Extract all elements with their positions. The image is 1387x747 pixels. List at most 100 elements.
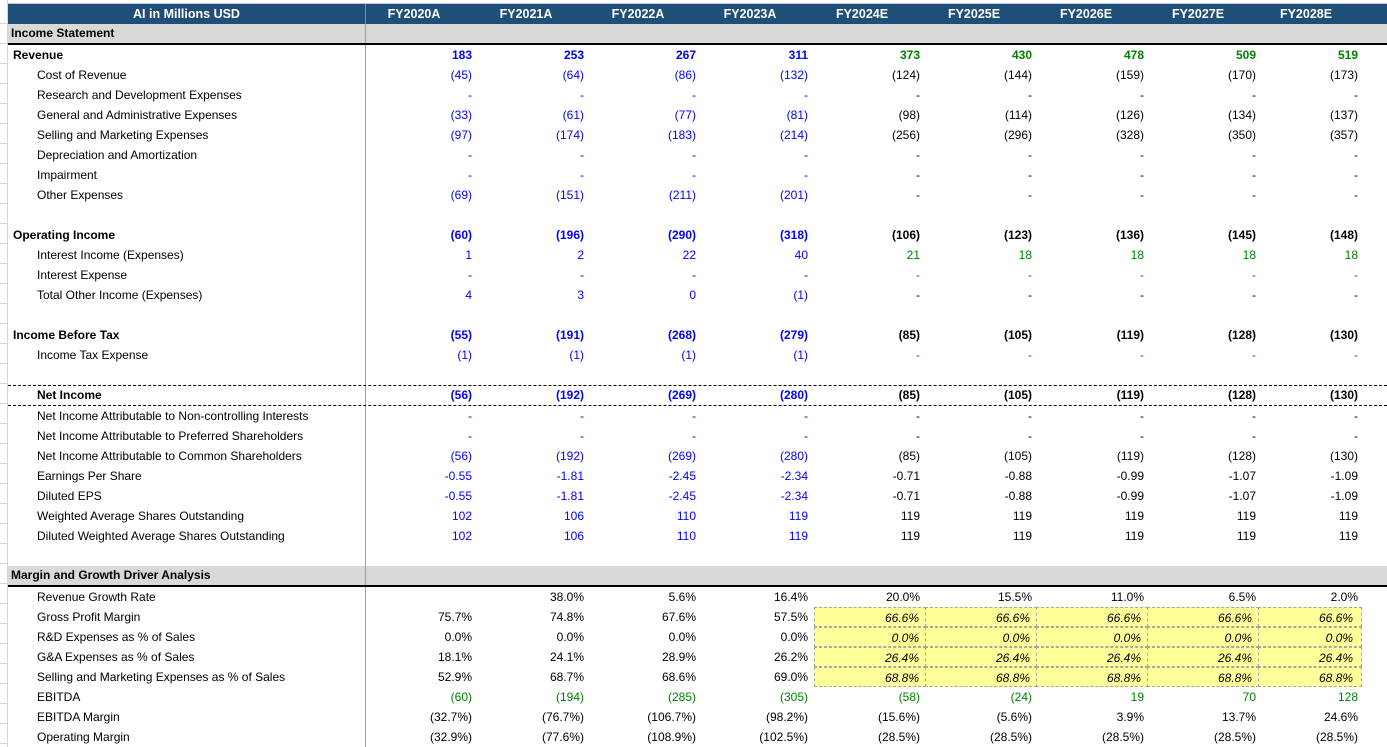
cell-fy2023a[interactable]: - (702, 426, 814, 446)
cell-fy2024e[interactable]: (85) (814, 446, 926, 466)
cell-fy2022a[interactable]: -2.45 (590, 486, 702, 506)
cell-fy2022a[interactable]: (211) (590, 185, 702, 205)
row-label[interactable]: Net Income Attributable to Non-controlli… (8, 406, 366, 426)
cell-fy2021a[interactable]: (196) (478, 225, 590, 245)
cell-fy2021a[interactable]: - (478, 265, 590, 285)
cell-fy2022a[interactable]: 68.6% (590, 667, 702, 687)
row-label[interactable]: Earnings Per Share (8, 466, 366, 486)
cell-fy2023a[interactable]: 40 (702, 245, 814, 265)
cell-fy2023a[interactable]: (132) (702, 65, 814, 85)
cell-fy2028e[interactable]: 119 (1262, 526, 1366, 546)
cell-fy2021a[interactable]: 0.0% (478, 627, 590, 647)
cell-fy2026e[interactable]: (119) (1038, 446, 1150, 466)
cell-fy2026e[interactable]: (119) (1038, 325, 1150, 345)
cell-fy2026e[interactable]: 478 (1038, 45, 1150, 65)
cell-fy2028e[interactable]: - (1262, 285, 1366, 305)
row-label[interactable]: EBITDA Margin (8, 707, 366, 727)
cell-fy2025e[interactable]: -0.88 (926, 486, 1038, 506)
cell-fy2025e[interactable]: (123) (926, 225, 1038, 245)
year-header-fy2021a[interactable]: FY2021A (478, 4, 590, 24)
row-label[interactable]: Diluted Weighted Average Shares Outstand… (8, 526, 366, 546)
row-label[interactable]: Research and Development Expenses (8, 85, 366, 105)
year-header-fy2024e[interactable]: FY2024E (814, 4, 926, 24)
cell-fy2022a[interactable]: (183) (590, 125, 702, 145)
cell-fy2028e[interactable]: - (1262, 165, 1366, 185)
cell-fy2020a[interactable]: (69) (366, 185, 478, 205)
cell-fy2028e[interactable]: - (1262, 265, 1366, 285)
row-label[interactable]: Income Tax Expense (8, 345, 366, 365)
cell-fy2020a[interactable]: 102 (366, 526, 478, 546)
cell-fy2026e[interactable]: - (1038, 185, 1150, 205)
cell-fy2027e[interactable]: 6.5% (1150, 587, 1262, 607)
cell-fy2020a[interactable]: 52.9% (366, 667, 478, 687)
row-label[interactable]: Operating Income (8, 225, 366, 245)
cell-fy2020a[interactable]: - (366, 426, 478, 446)
cell-fy2022a[interactable]: (269) (590, 446, 702, 466)
cell-fy2022a[interactable]: 267 (590, 45, 702, 65)
section-title[interactable]: Margin and Growth Driver Analysis (8, 566, 366, 585)
cell-fy2026e[interactable]: 18 (1038, 245, 1150, 265)
cell-fy2025e[interactable]: (144) (926, 65, 1038, 85)
row-label[interactable]: Impairment (8, 165, 366, 185)
cell-fy2023a[interactable]: (318) (702, 225, 814, 245)
cell-fy2022a[interactable]: (269) (590, 386, 702, 405)
cell-fy2027e[interactable]: - (1150, 426, 1262, 446)
cell-fy2024e[interactable]: - (814, 345, 926, 365)
cell-fy2026e[interactable]: - (1038, 165, 1150, 185)
cell-fy2025e[interactable]: -0.88 (926, 466, 1038, 486)
row-label[interactable]: Operating Margin (8, 727, 366, 747)
cell-fy2024e[interactable]: 66.6% (814, 607, 926, 627)
cell-fy2026e[interactable]: (159) (1038, 65, 1150, 85)
cell-fy2025e[interactable]: 119 (926, 526, 1038, 546)
cell-fy2024e[interactable]: - (814, 265, 926, 285)
cell-fy2028e[interactable]: - (1262, 145, 1366, 165)
cell-fy2021a[interactable]: (76.7%) (478, 707, 590, 727)
cell-fy2022a[interactable]: 0 (590, 285, 702, 305)
cell-fy2026e[interactable]: 119 (1038, 526, 1150, 546)
cell-fy2021a[interactable]: (64) (478, 65, 590, 85)
cell-fy2028e[interactable]: (130) (1262, 325, 1366, 345)
cell-fy2021a[interactable]: 68.7% (478, 667, 590, 687)
row-label[interactable]: R&D Expenses as % of Sales (8, 627, 366, 647)
cell-fy2027e[interactable]: 119 (1150, 526, 1262, 546)
cell-fy2027e[interactable]: 119 (1150, 506, 1262, 526)
cell-fy2022a[interactable]: (106.7%) (590, 707, 702, 727)
cell-fy2020a[interactable]: (1) (366, 345, 478, 365)
cell-fy2020a[interactable]: (33) (366, 105, 478, 125)
cell-fy2022a[interactable]: 22 (590, 245, 702, 265)
cell-fy2024e[interactable]: -0.71 (814, 466, 926, 486)
cell-fy2023a[interactable]: (81) (702, 105, 814, 125)
cell-fy2023a[interactable]: (102.5%) (702, 727, 814, 747)
header-title[interactable]: AI in Millions USD (8, 4, 366, 24)
cell-fy2023a[interactable]: 69.0% (702, 667, 814, 687)
cell-fy2024e[interactable]: (85) (814, 386, 926, 405)
cell-fy2021a[interactable]: - (478, 145, 590, 165)
cell-fy2024e[interactable]: (124) (814, 65, 926, 85)
cell-fy2027e[interactable]: - (1150, 145, 1262, 165)
cell-fy2027e[interactable]: 68.8% (1147, 667, 1259, 687)
cell-fy2022a[interactable]: - (590, 265, 702, 285)
cell-fy2026e[interactable]: 11.0% (1038, 587, 1150, 607)
cell-fy2023a[interactable]: (201) (702, 185, 814, 205)
row-label[interactable]: Diluted EPS (8, 486, 366, 506)
cell-fy2025e[interactable]: (5.6%) (926, 707, 1038, 727)
cell-fy2020a[interactable]: (32.9%) (366, 727, 478, 747)
cell-fy2026e[interactable]: - (1038, 345, 1150, 365)
cell-fy2027e[interactable]: 509 (1150, 45, 1262, 65)
cell-fy2028e[interactable]: 0.0% (1258, 627, 1362, 647)
cell-fy2024e[interactable]: 21 (814, 245, 926, 265)
row-label[interactable]: Selling and Marketing Expenses (8, 125, 366, 145)
cell-fy2023a[interactable]: (214) (702, 125, 814, 145)
cell-fy2026e[interactable]: 68.8% (1036, 667, 1148, 687)
cell-fy2023a[interactable]: (280) (702, 386, 814, 405)
cell-fy2021a[interactable]: (151) (478, 185, 590, 205)
cell-fy2022a[interactable]: - (590, 165, 702, 185)
row-label[interactable]: Selling and Marketing Expenses as % of S… (8, 667, 366, 687)
cell-fy2020a[interactable]: - (366, 165, 478, 185)
cell-fy2028e[interactable]: (173) (1262, 65, 1366, 85)
cell-fy2027e[interactable]: -1.07 (1150, 466, 1262, 486)
row-label[interactable]: Cost of Revenue (8, 65, 366, 85)
cell-fy2024e[interactable]: - (814, 165, 926, 185)
cell-fy2028e[interactable]: 24.6% (1262, 707, 1366, 727)
cell-fy2024e[interactable]: (28.5%) (814, 727, 926, 747)
